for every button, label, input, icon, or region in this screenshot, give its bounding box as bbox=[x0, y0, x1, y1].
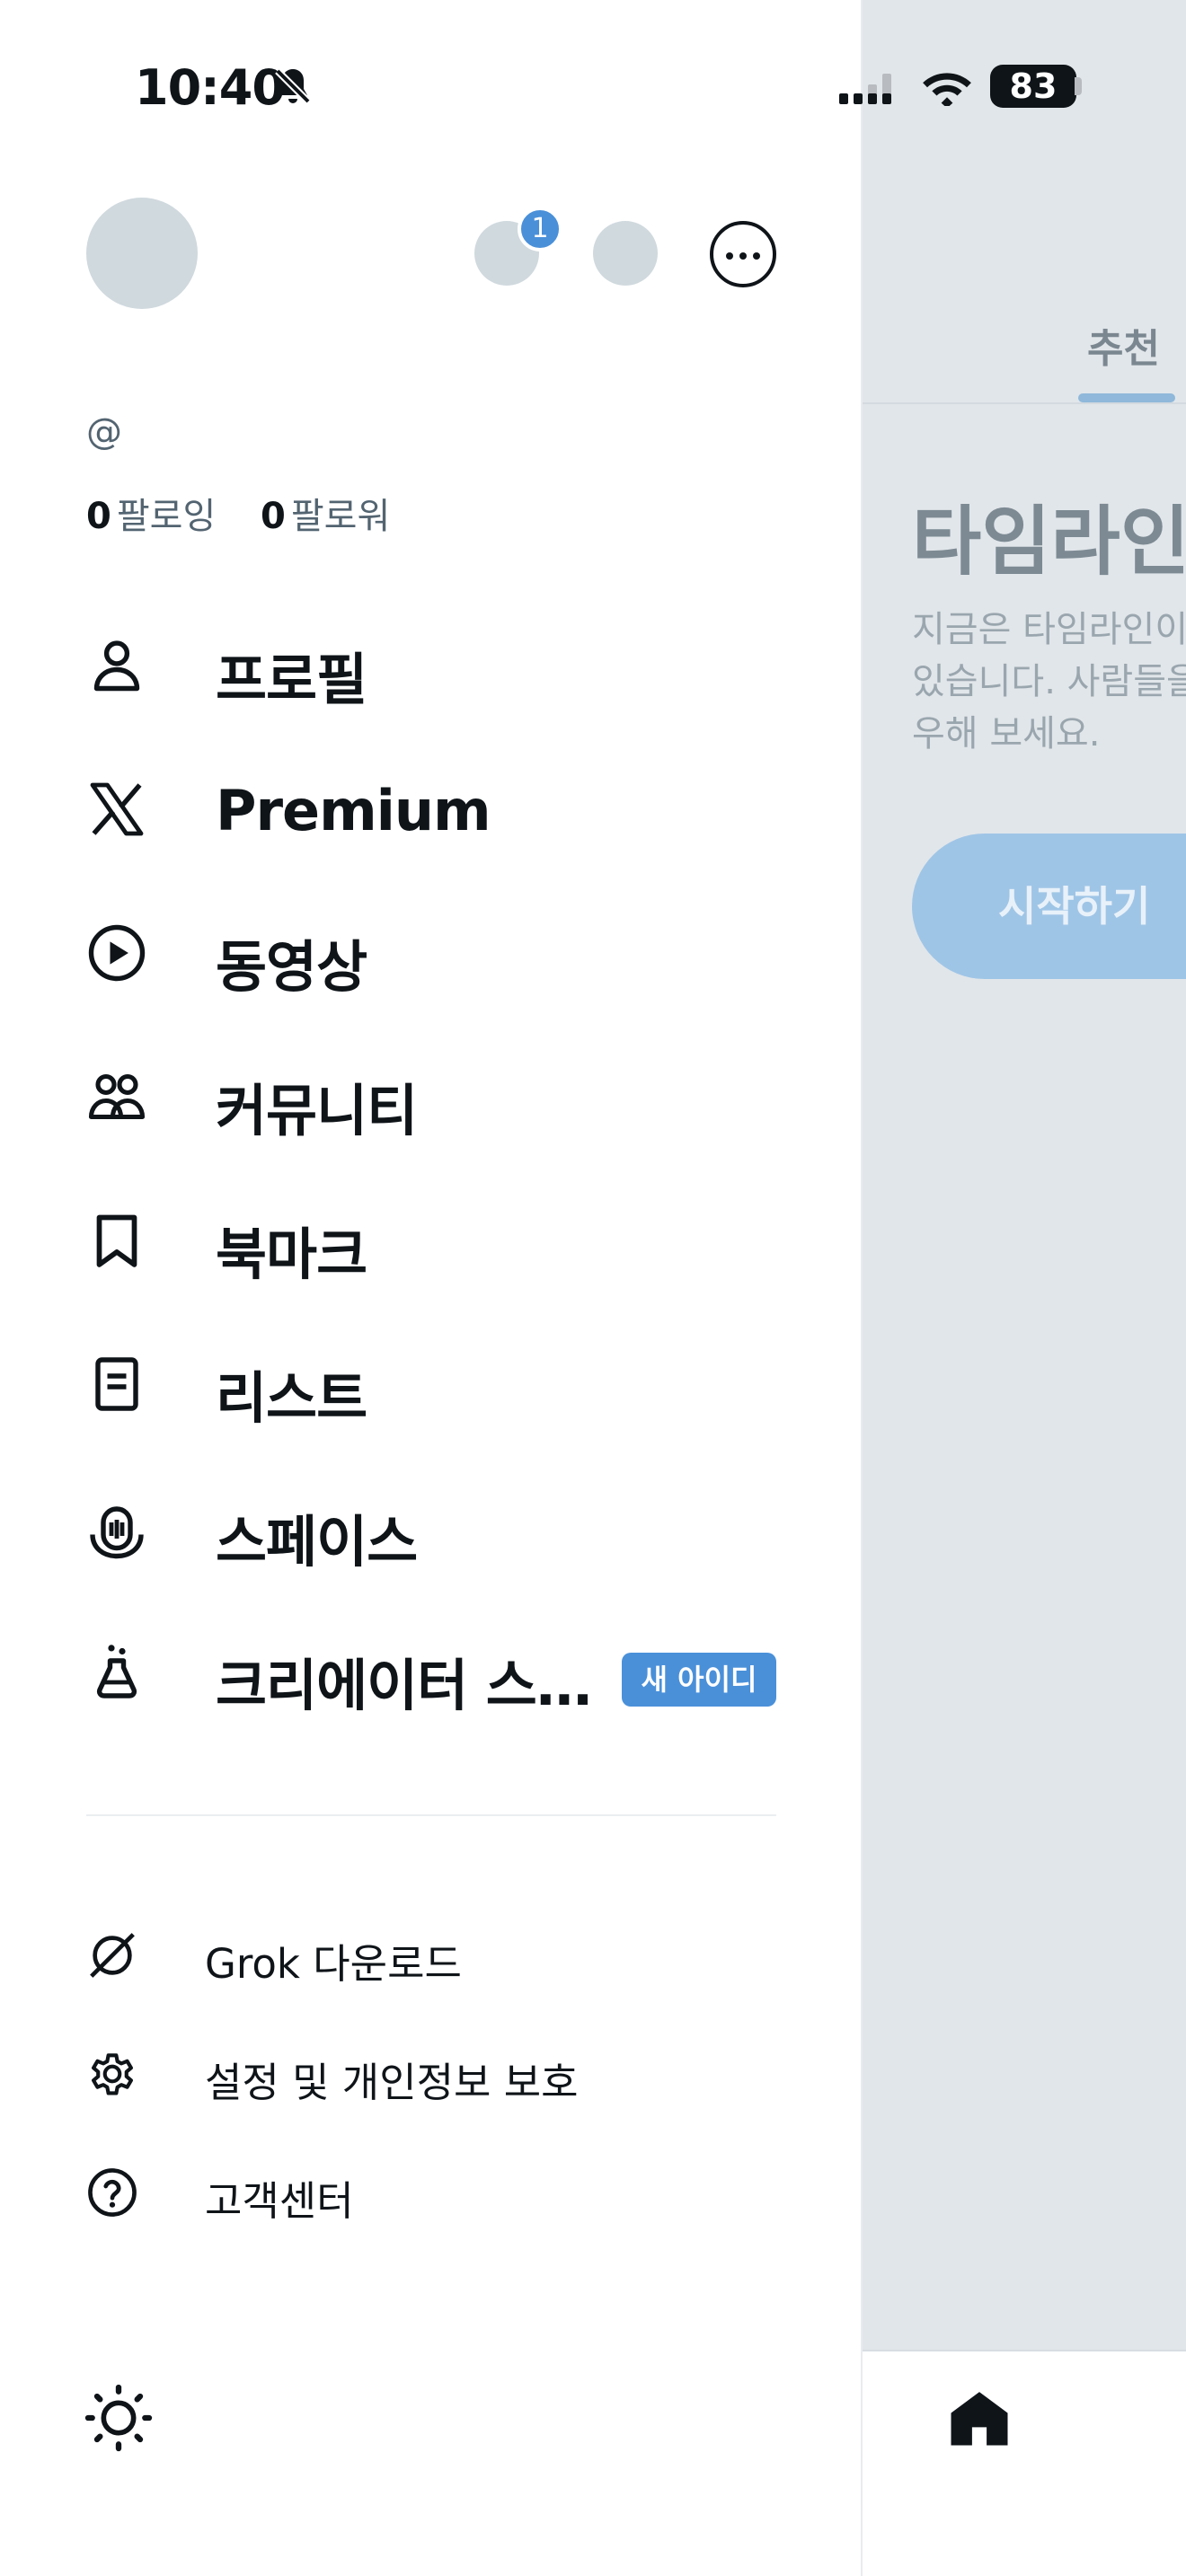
home-icon[interactable] bbox=[947, 2387, 1012, 2452]
menu-item-lists[interactable]: 리스트 bbox=[0, 1320, 863, 1437]
gear-icon bbox=[84, 2046, 140, 2102]
menu-item-settings[interactable]: 설정 및 개인정보 보호 bbox=[0, 2019, 863, 2118]
play-icon bbox=[84, 921, 149, 985]
status-time: 10:40 bbox=[135, 59, 286, 116]
menu-item-premium[interactable]: Premium bbox=[0, 745, 863, 862]
following-link[interactable]: 0 팔로잉 bbox=[86, 487, 216, 539]
followers-count: 0 bbox=[261, 496, 286, 537]
home-timeline-panel: 추천 타임라인 지금은 타임라인이 비어 있습니다. 사람들을 팔로우해 보세요… bbox=[863, 0, 1186, 2576]
new-badge: 새 아이디 bbox=[622, 1653, 776, 1707]
account-switcher-avatar-2[interactable] bbox=[593, 221, 658, 286]
empty-timeline-description: 지금은 타임라인이 비어 있습니다. 사람들을 팔로우해 보세요. bbox=[912, 609, 1186, 754]
flask-icon bbox=[84, 1639, 149, 1704]
cellular-signal-icon bbox=[839, 66, 902, 108]
menu-label: Premium bbox=[216, 778, 491, 843]
person-icon bbox=[84, 633, 149, 698]
menu-item-communities[interactable]: 커뮤니티 bbox=[0, 1033, 863, 1150]
menu-label: 크리에이터 스… bbox=[216, 1653, 592, 1718]
menu-label: 리스트 bbox=[216, 1365, 367, 1431]
bookmark-icon bbox=[84, 1208, 149, 1273]
people-icon bbox=[84, 1064, 149, 1129]
menu-label: 스페이스 bbox=[216, 1509, 418, 1575]
user-handle: @ bbox=[86, 411, 122, 453]
menu-item-creator-studio[interactable]: 크리에이터 스… 새 아이디 bbox=[0, 1608, 863, 1725]
menu-item-help-center[interactable]: 고객센터 bbox=[0, 2138, 863, 2236]
wifi-icon bbox=[920, 66, 974, 106]
menu-item-profile[interactable]: 프로필 bbox=[0, 602, 863, 719]
menu-item-bookmarks[interactable]: 북마크 bbox=[0, 1177, 863, 1293]
display-theme-sun-icon[interactable] bbox=[83, 2382, 155, 2454]
menu-label: 프로필 bbox=[216, 647, 367, 712]
following-label: 팔로잉 bbox=[116, 496, 217, 537]
menu-label: 동영상 bbox=[216, 934, 367, 1000]
account-notification-badge: 1 bbox=[518, 207, 562, 251]
tab-recommended[interactable]: 추천 bbox=[1087, 316, 1160, 374]
menu-divider bbox=[86, 1814, 776, 1816]
followers-label: 팔로워 bbox=[290, 496, 391, 537]
bell-muted-icon bbox=[271, 65, 314, 108]
microphone-icon bbox=[84, 1495, 149, 1560]
battery-cap bbox=[1075, 77, 1082, 95]
profile-avatar[interactable] bbox=[86, 198, 198, 309]
menu-label: 고객센터 bbox=[205, 2177, 354, 2225]
grok-icon bbox=[84, 1928, 140, 1983]
menu-label: 설정 및 개인정보 보호 bbox=[205, 2059, 579, 2106]
menu-item-spaces[interactable]: 스페이스 bbox=[0, 1464, 863, 1581]
tab-divider bbox=[863, 402, 1186, 404]
help-icon bbox=[84, 2165, 140, 2220]
empty-timeline-title: 타임라인 bbox=[912, 498, 1186, 586]
start-button[interactable]: 시작하기 bbox=[912, 834, 1186, 979]
more-accounts-button[interactable] bbox=[710, 221, 776, 287]
x-logo-icon bbox=[84, 777, 149, 842]
list-icon bbox=[84, 1352, 149, 1416]
bottom-tab-bar bbox=[863, 2350, 1186, 2576]
menu-label: 북마크 bbox=[216, 1222, 367, 1287]
following-count: 0 bbox=[86, 496, 111, 537]
menu-item-video[interactable]: 동영상 bbox=[0, 889, 863, 1006]
menu-label: Grok 다운로드 bbox=[205, 1940, 462, 1988]
followers-link[interactable]: 0 팔로워 bbox=[261, 487, 390, 539]
battery-indicator: 83 bbox=[990, 65, 1076, 108]
tab-active-indicator bbox=[1078, 393, 1175, 402]
menu-label: 커뮤니티 bbox=[216, 1078, 418, 1143]
menu-item-grok-download[interactable]: Grok 다운로드 bbox=[0, 1901, 863, 1999]
